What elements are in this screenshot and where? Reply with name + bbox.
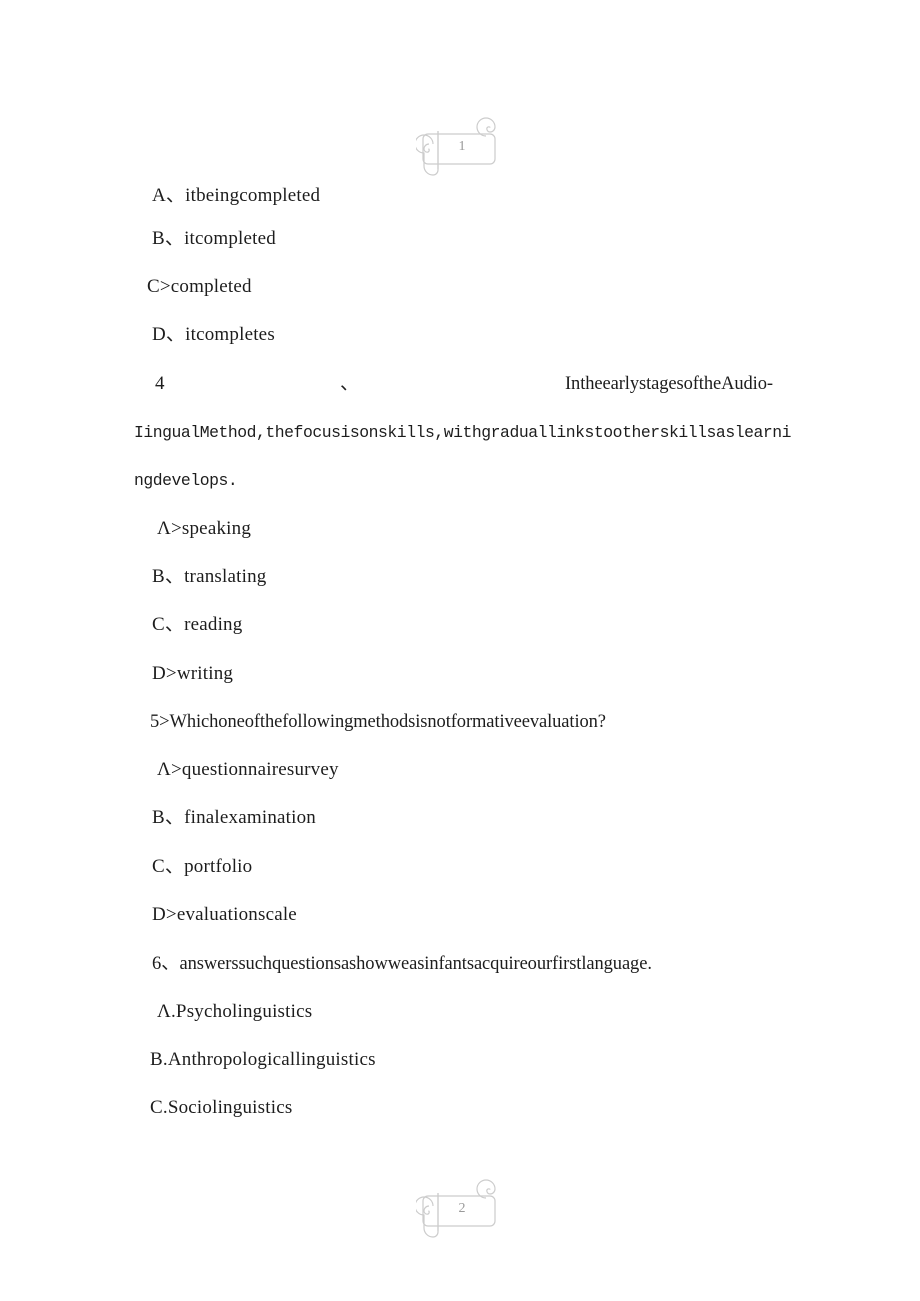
option-line-q5-c: C、portfolio	[152, 856, 253, 877]
question-4-stem-line-3: ngdevelops.	[134, 471, 238, 490]
option-line-q4-a: Λ>speaking	[157, 518, 252, 539]
option-line-q4-d: D>writing	[152, 663, 234, 684]
scroll-banner-icon: 1	[416, 116, 504, 178]
option-line-q3-b: B、itcompleted	[152, 228, 276, 249]
question-6-stem: 6、answerssuchquestionsashowweasinfantsac…	[152, 954, 652, 974]
page-marker-bottom: 2	[0, 1178, 920, 1240]
page-marker-number: 2	[458, 1201, 466, 1216]
option-line-q4-b: B、translating	[152, 566, 267, 587]
question-4-stem-line-2: IingualMethod,thefocusisonskills,withgra…	[134, 423, 792, 442]
option-line-q5-d: D>evaluationscale	[152, 904, 297, 925]
option-line-q6-c: C.Sociolinguistics	[150, 1097, 293, 1118]
page-marker-number: 1	[458, 139, 466, 154]
question-5-stem: 5>Whichoneofthefollowingmethodsisnotform…	[150, 712, 606, 732]
scroll-banner-icon: 2	[416, 1178, 504, 1240]
option-line-q4-c: C、reading	[152, 614, 243, 635]
option-line-q3-a: A、itbeingcompleted	[152, 185, 321, 206]
option-line-q5-a: Λ>questionnairesurvey	[157, 759, 339, 780]
option-line-q6-b: B.Anthropologicallinguistics	[150, 1049, 376, 1070]
question-number-4: 4	[155, 373, 165, 394]
option-line-q6-a: Λ.Psycholinguistics	[157, 1001, 313, 1022]
option-line-q3-c: C>completed	[147, 276, 252, 297]
option-line-q5-b: B、finalexamination	[152, 807, 317, 828]
question-4-stem-line-1: IntheearlystagesoftheAudio-	[565, 374, 773, 394]
page-marker-top: 1	[0, 116, 920, 178]
question-4-mark: 、	[340, 373, 360, 394]
option-line-q3-d: D、itcompletes	[152, 324, 275, 345]
